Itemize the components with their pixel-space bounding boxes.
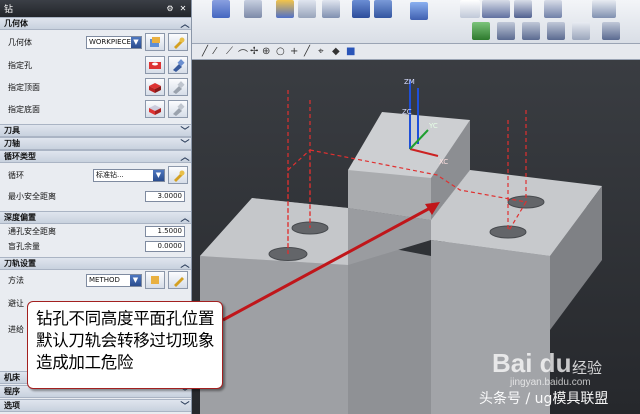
annotation-line-3: 造成加工危险 <box>36 353 134 372</box>
annotation-line-1: 钻孔不同高度平面孔位置 <box>36 309 215 328</box>
jingyan-watermark: 经验 <box>572 359 603 377</box>
baidu-watermark: Bai du <box>492 348 572 378</box>
arrow-shaft <box>222 205 433 322</box>
url-watermark: jingyan.baidu.com <box>510 377 591 388</box>
credit-watermark: 头条号 / ug模具联盟 <box>479 391 609 407</box>
annotation-callout: 钻孔不同高度平面孔位置 默认刀轨会转移过切现象 造成加工危险 <box>27 301 223 389</box>
annotation-line-2: 默认刀轨会转移过切现象 <box>36 331 215 350</box>
